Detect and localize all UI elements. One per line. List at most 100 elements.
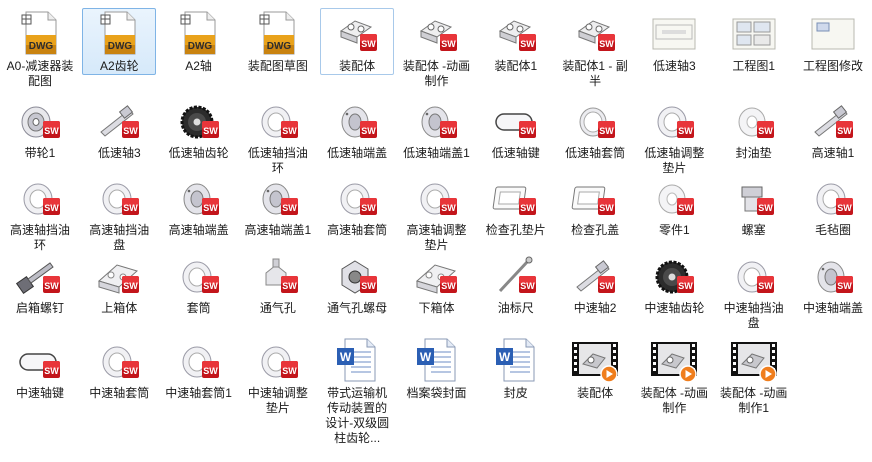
file-item[interactable]: DWG 装配图草图 xyxy=(241,8,315,75)
solidworks-part-icon: SW xyxy=(95,96,143,144)
svg-text:SW: SW xyxy=(361,126,376,136)
solidworks-assembly-icon: SW xyxy=(492,9,540,57)
file-item[interactable]: 装配体 xyxy=(558,335,632,402)
svg-text:SW: SW xyxy=(679,126,694,136)
file-item[interactable]: 低速轴3 xyxy=(637,8,711,75)
solidworks-part-icon: SW xyxy=(571,96,619,144)
svg-text:DWG: DWG xyxy=(187,41,212,52)
file-item[interactable]: W 封皮 xyxy=(479,335,553,402)
file-item[interactable]: SW 低速轴端盖1 xyxy=(400,95,474,162)
file-item[interactable]: SW 装配体1 xyxy=(479,8,553,75)
solidworks-part-icon: SW xyxy=(175,173,223,221)
svg-text:SW: SW xyxy=(44,366,59,376)
svg-text:DWG: DWG xyxy=(29,41,54,52)
file-item[interactable]: SW 高速轴套筒 xyxy=(320,172,394,239)
svg-text:SW: SW xyxy=(282,203,297,213)
file-item-label: 下箱体 xyxy=(418,301,455,315)
solidworks-part-icon: SW xyxy=(95,251,143,299)
file-item-label: 封油垫 xyxy=(735,146,772,160)
solidworks-part-icon: SW xyxy=(254,251,302,299)
solidworks-part-icon: SW xyxy=(413,173,461,221)
solidworks-part-icon: SW xyxy=(175,336,223,384)
file-item[interactable]: W 档案袋封面 xyxy=(400,335,474,402)
solidworks-part-icon: SW xyxy=(730,96,778,144)
file-item[interactable]: DWG A0-减速器装配图 xyxy=(3,8,77,90)
file-item[interactable]: SW 装配体1 - 副半 xyxy=(558,8,632,90)
file-item-label: 检查孔盖 xyxy=(571,223,620,237)
file-item[interactable]: SW 检查孔垫片 xyxy=(479,172,553,239)
file-item[interactable]: SW 封油垫 xyxy=(717,95,791,162)
file-item[interactable]: SW 高速轴调整垫片 xyxy=(400,172,474,254)
file-item[interactable]: SW 零件1 xyxy=(637,172,711,239)
file-item[interactable]: SW 低速轴挡油环 xyxy=(241,95,315,177)
file-item[interactable]: SW 低速轴套筒 xyxy=(558,95,632,162)
file-item-label: A2轴 xyxy=(185,59,212,73)
file-item[interactable]: SW 中速轴挡油盘 xyxy=(717,250,791,332)
solidworks-part-icon: SW xyxy=(16,96,64,144)
file-item[interactable]: 装配体 -动画制作 xyxy=(637,335,711,417)
svg-text:W: W xyxy=(499,350,511,364)
svg-text:SW: SW xyxy=(44,281,59,291)
dwg-file-icon: DWG xyxy=(254,9,302,57)
file-item[interactable]: SW 启箱螺钉 xyxy=(3,250,77,317)
file-item[interactable]: SW 中速轴端盖 xyxy=(796,250,870,317)
file-item[interactable]: SW 低速轴齿轮 xyxy=(162,95,236,162)
file-item[interactable]: SW 通气孔螺母 xyxy=(320,250,394,317)
file-item[interactable]: SW 检查孔盖 xyxy=(558,172,632,239)
file-item[interactable]: SW 低速轴3 xyxy=(82,95,156,162)
file-item[interactable]: W 带式运输机传动装置的设计-双级圆柱齿轮... xyxy=(320,335,394,447)
file-icon-grid: DWG A0-减速器装配图 DWG A2齿轮 DWG A2轴 DWG 装配图草图 xyxy=(0,0,872,462)
file-item[interactable]: 装配体 -动画制作1 xyxy=(717,335,791,417)
file-item[interactable]: SW 中速轴套筒1 xyxy=(162,335,236,402)
file-item[interactable]: DWG A2轴 xyxy=(162,8,236,75)
file-item-label: 中速轴键 xyxy=(15,386,64,400)
svg-text:SW: SW xyxy=(520,39,535,49)
file-item-label: 中速轴套筒 xyxy=(89,386,150,400)
file-item[interactable]: SW 装配体 xyxy=(320,8,395,75)
file-item[interactable]: SW 高速轴1 xyxy=(796,95,870,162)
file-item[interactable]: SW 中速轴2 xyxy=(558,250,632,317)
svg-text:W: W xyxy=(419,350,431,364)
solidworks-part-icon: SW xyxy=(492,96,540,144)
file-item[interactable]: SW 毛毡圈 xyxy=(796,172,870,239)
file-item[interactable]: SW 中速轴齿轮 xyxy=(637,250,711,317)
file-item[interactable]: SW 高速轴端盖1 xyxy=(241,172,315,239)
svg-text:SW: SW xyxy=(282,126,297,136)
file-item[interactable]: SW 高速轴端盖 xyxy=(162,172,236,239)
file-item[interactable]: 工程图1 xyxy=(717,8,791,75)
file-item-label: A0-减速器装配图 xyxy=(6,59,74,88)
file-item-label: 带式运输机传动装置的设计-双级圆柱齿轮... xyxy=(325,386,390,445)
file-item[interactable]: SW 中速轴调整垫片 xyxy=(241,335,315,417)
file-item-label: 低速轴套筒 xyxy=(565,146,626,160)
file-item-label: 中速轴2 xyxy=(573,301,617,315)
file-item[interactable]: 工程图修改 xyxy=(796,8,870,75)
svg-text:SW: SW xyxy=(44,203,59,213)
svg-text:W: W xyxy=(340,350,352,364)
video-file-icon xyxy=(571,336,619,384)
solidworks-part-icon: SW xyxy=(413,96,461,144)
file-item-label: 通气孔 xyxy=(259,301,296,315)
file-item[interactable]: DWG A2齿轮 xyxy=(82,8,157,75)
file-item-label: 装配体 -动画制作 xyxy=(402,59,471,88)
file-item[interactable]: SW 低速轴键 xyxy=(479,95,553,162)
file-item[interactable]: SW 油标尺 xyxy=(479,250,553,317)
svg-text:SW: SW xyxy=(599,203,614,213)
file-item[interactable]: SW 下箱体 xyxy=(400,250,474,317)
svg-text:SW: SW xyxy=(361,281,376,291)
svg-text:SW: SW xyxy=(124,203,139,213)
file-item[interactable]: SW 带轮1 xyxy=(3,95,77,162)
file-item[interactable]: SW 装配体 -动画制作 xyxy=(400,8,474,90)
file-item[interactable]: SW 螺塞 xyxy=(717,172,791,239)
file-item[interactable]: SW 中速轴套筒 xyxy=(82,335,156,402)
file-item[interactable]: SW 高速轴挡油环 xyxy=(3,172,77,254)
file-item[interactable]: SW 高速轴挡油盘 xyxy=(82,172,156,254)
file-item[interactable]: SW 套筒 xyxy=(162,250,236,317)
file-item[interactable]: SW 低速轴调整垫片 xyxy=(637,95,711,177)
solidworks-part-icon: SW xyxy=(730,251,778,299)
solidworks-part-icon: SW xyxy=(650,251,698,299)
file-item[interactable]: SW 通气孔 xyxy=(241,250,315,317)
svg-text:SW: SW xyxy=(203,281,218,291)
file-item[interactable]: SW 中速轴键 xyxy=(3,335,77,402)
file-item[interactable]: SW 低速轴端盖 xyxy=(320,95,394,162)
file-item[interactable]: SW 上箱体 xyxy=(82,250,156,317)
